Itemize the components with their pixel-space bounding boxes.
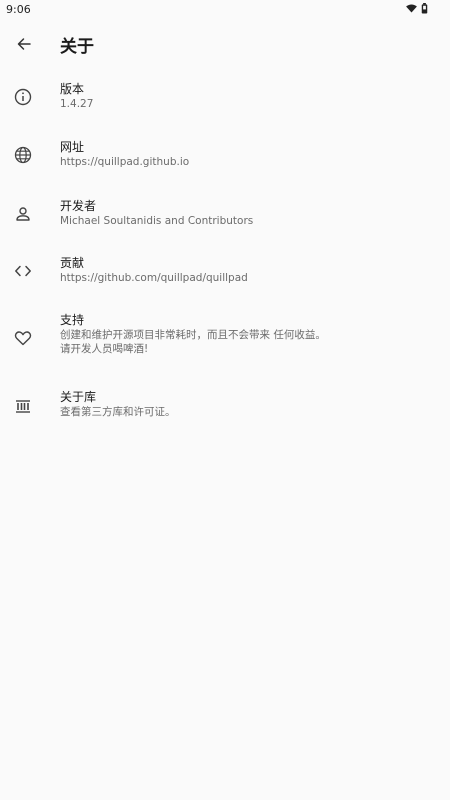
app-bar: 关于: [0, 24, 450, 64]
item-subtitle: https://quillpad.github.io: [60, 156, 190, 168]
library-icon: [12, 395, 34, 417]
item-title: 贡献: [60, 256, 85, 270]
page-title: 关于: [60, 37, 94, 57]
code-icon: [12, 260, 34, 282]
arrow-back-icon: [16, 36, 32, 52]
list-item-libraries[interactable]: 关于库 查看第三方库和许可证。: [0, 389, 450, 435]
globe-icon: [12, 144, 34, 166]
list-item-support[interactable]: 支持 创建和维护开源项目非常耗时，而且不会带来 任何收益。 请开发人员喝啤酒!: [0, 313, 450, 365]
item-title: 支持: [60, 313, 85, 327]
item-subtitle: 查看第三方库和许可证。: [60, 406, 176, 418]
item-title: 网址: [60, 140, 85, 154]
list-item-contribute[interactable]: 贡献 https://github.com/quillpad/quillpad: [0, 255, 450, 301]
battery-icon: [421, 3, 428, 14]
status-bar: 9:06: [0, 0, 450, 20]
info-icon: [12, 86, 34, 108]
list-item-developer[interactable]: 开发者 Michael Soultanidis and Contributors: [0, 197, 450, 243]
person-icon: [12, 203, 34, 225]
list-item-version[interactable]: 版本 1.4.27: [0, 80, 450, 126]
status-icons: [406, 3, 428, 14]
item-subtitle: 创建和维护开源项目非常耗时，而且不会带来 任何收益。 请开发人员喝啤酒!: [60, 329, 326, 355]
item-title: 开发者: [60, 199, 97, 213]
item-title: 关于库: [60, 390, 97, 404]
item-subtitle: https://github.com/quillpad/quillpad: [60, 272, 248, 284]
back-button[interactable]: [10, 30, 38, 58]
list-item-website[interactable]: 网址 https://quillpad.github.io: [0, 138, 450, 184]
status-time: 9:06: [6, 3, 31, 16]
wifi-icon: [406, 4, 417, 13]
item-title: 版本: [60, 82, 85, 96]
item-subtitle: Michael Soultanidis and Contributors: [60, 215, 254, 227]
heart-icon: [12, 327, 34, 349]
item-subtitle: 1.4.27: [60, 98, 94, 110]
